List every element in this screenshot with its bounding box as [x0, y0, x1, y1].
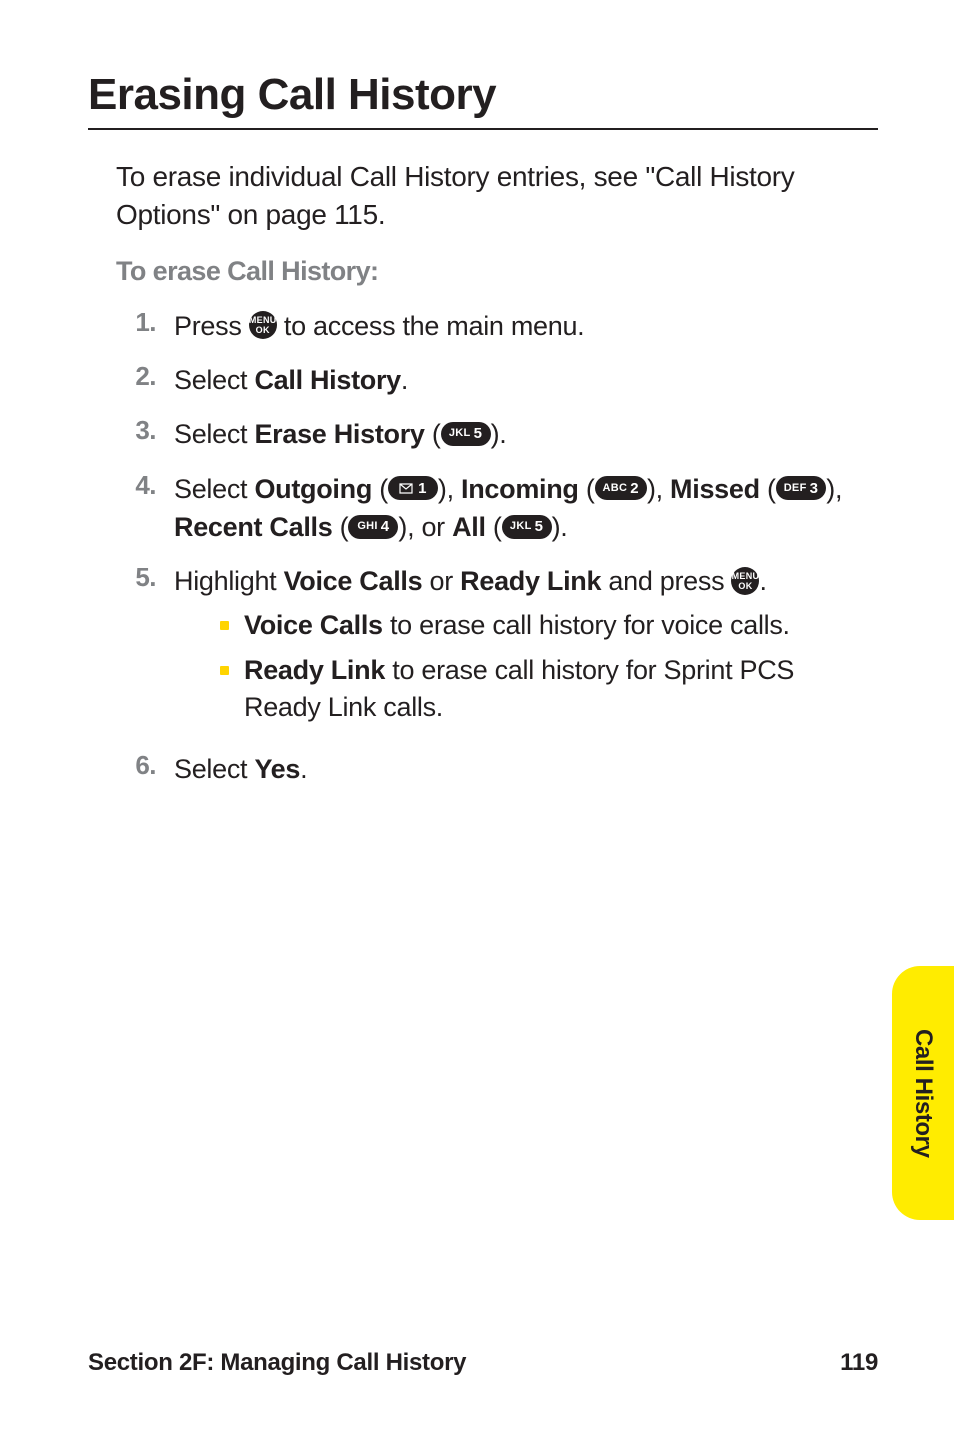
key-jkl5-icon: JKL5	[441, 422, 491, 446]
text: to access the main menu.	[277, 311, 585, 341]
menu-ok-icon: MENUOK	[249, 311, 277, 339]
step-2: 2. Select Call History.	[116, 361, 856, 399]
title-rule	[88, 128, 878, 130]
sub-list: Voice Calls to erase call history for vo…	[174, 607, 856, 727]
text: Select	[174, 419, 254, 449]
bold-text: All	[452, 512, 486, 542]
bold-text: Incoming	[461, 474, 579, 504]
text: (	[579, 474, 595, 504]
sub-item: Voice Calls to erase call history for vo…	[220, 607, 856, 644]
step-number: 6.	[116, 750, 174, 781]
bold-text: Ready Link	[244, 655, 385, 685]
content-area: Erasing Call History To erase individual…	[88, 70, 878, 805]
bold-text: Voice Calls	[244, 610, 383, 640]
bold-text: Ready Link	[460, 566, 601, 596]
text: ).	[491, 419, 507, 449]
text: to erase call history for voice calls.	[383, 610, 790, 640]
key-ghi4-icon: GHI4	[348, 515, 398, 539]
key-abc2-icon: ABC2	[595, 476, 647, 500]
side-tab-label: Call History	[909, 1029, 937, 1158]
text: (	[425, 419, 441, 449]
step-body: Select Outgoing (1), Incoming (ABC2), Mi…	[174, 470, 856, 547]
step-4: 4. Select Outgoing (1), Incoming (ABC2),…	[116, 470, 856, 547]
step-number: 2.	[116, 361, 174, 392]
page-title: Erasing Call History	[88, 70, 878, 120]
text: .	[300, 754, 307, 784]
step-6: 6. Select Yes.	[116, 750, 856, 788]
step-number: 4.	[116, 470, 174, 501]
footer-page-number: 119	[840, 1349, 878, 1377]
text: Press	[174, 311, 249, 341]
footer-section: Section 2F: Managing Call History	[88, 1349, 466, 1377]
key-def3-icon: DEF3	[776, 476, 827, 500]
text: (	[332, 512, 348, 542]
text: ),	[826, 474, 842, 504]
page: Erasing Call History To erase individual…	[0, 0, 954, 1431]
footer: Section 2F: Managing Call History 119	[88, 1349, 878, 1377]
text: or	[422, 566, 460, 596]
text: ),	[438, 474, 461, 504]
text: (	[760, 474, 776, 504]
intro-block: To erase individual Call History entries…	[116, 158, 856, 789]
step-body: Select Call History.	[174, 361, 856, 399]
text: .	[401, 365, 408, 395]
step-list: 1. Press MENUOK to access the main menu.…	[116, 307, 856, 789]
text: and press	[601, 566, 731, 596]
text: ).	[552, 512, 568, 542]
bold-text: Recent Calls	[174, 512, 332, 542]
key-jkl5-icon: JKL5	[502, 515, 552, 539]
text: Select	[174, 474, 254, 504]
bold-text: Outgoing	[254, 474, 372, 504]
bold-text: Voice Calls	[284, 566, 423, 596]
text: Select	[174, 754, 254, 784]
step-body: Select Yes.	[174, 750, 856, 788]
bold-text: Call History	[254, 365, 400, 395]
step-body: Highlight Voice Calls or Ready Link and …	[174, 562, 856, 734]
step-number: 3.	[116, 415, 174, 446]
step-body: Select Erase History (JKL5).	[174, 415, 856, 453]
side-tab: Call History	[892, 966, 954, 1220]
intro-text: To erase individual Call History entries…	[116, 158, 856, 234]
text: (	[372, 474, 388, 504]
step-number: 5.	[116, 562, 174, 593]
step-3: 3. Select Erase History (JKL5).	[116, 415, 856, 453]
text: Select	[174, 365, 254, 395]
bold-text: Erase History	[254, 419, 424, 449]
text: ),	[647, 474, 670, 504]
bold-text: Missed	[670, 474, 760, 504]
step-body: Press MENUOK to access the main menu.	[174, 307, 856, 345]
step-5: 5. Highlight Voice Calls or Ready Link a…	[116, 562, 856, 734]
menu-ok-icon: MENUOK	[731, 567, 759, 595]
procedure-heading: To erase Call History:	[116, 256, 856, 287]
text: (	[486, 512, 502, 542]
envelope-icon	[399, 483, 413, 494]
sub-item: Ready Link to erase call history for Spr…	[220, 652, 856, 727]
bold-text: Yes	[254, 754, 300, 784]
text: ), or	[398, 512, 452, 542]
text: Highlight	[174, 566, 284, 596]
step-1: 1. Press MENUOK to access the main menu.	[116, 307, 856, 345]
step-number: 1.	[116, 307, 174, 338]
text: .	[759, 566, 766, 596]
key-msg1-icon: 1	[388, 476, 438, 500]
